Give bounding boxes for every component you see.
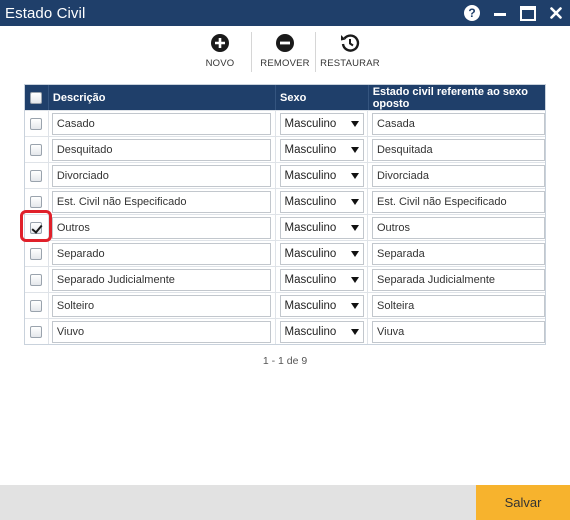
sexo-select[interactable]: Masculino	[279, 216, 364, 239]
restaurar-label: RESTAURAR	[320, 58, 380, 69]
select-all-checkbox[interactable]	[30, 91, 43, 104]
window-controls: ?	[458, 0, 570, 26]
toolbar-divider	[315, 32, 316, 72]
sexo-select[interactable]: Masculino	[279, 112, 364, 135]
estado-civil-oposto-input[interactable]: Casada	[371, 112, 545, 135]
title-bar: Estado Civil ?	[0, 0, 570, 26]
restaurar-button[interactable]: RESTAURAR	[320, 30, 380, 74]
sexo-select[interactable]: Masculino	[279, 294, 364, 317]
table-row: Solteiro Masculino Solteira	[25, 292, 545, 318]
sexo-value: Masculino	[284, 221, 337, 234]
sexo-value: Masculino	[284, 325, 337, 338]
sexo-select[interactable]: Masculino	[279, 190, 364, 213]
descricao-input[interactable]: Desquitado	[51, 138, 271, 161]
row-checkbox[interactable]	[30, 247, 43, 260]
header-descricao[interactable]: Descrição	[49, 85, 277, 110]
minimize-button[interactable]	[486, 0, 514, 26]
estado-civil-oposto-input[interactable]: Separada	[371, 242, 545, 265]
descricao-input[interactable]: Solteiro	[51, 294, 271, 317]
help-button[interactable]: ?	[458, 0, 486, 26]
sexo-select[interactable]: Masculino	[279, 164, 364, 187]
novo-label: NOVO	[205, 58, 235, 69]
table-row: Est. Civil não Especificado Masculino Est.…	[25, 188, 545, 214]
table-row: Separado Judicialmente Masculino Separada …	[25, 266, 545, 292]
toolbar-divider	[251, 32, 252, 72]
descricao-input[interactable]: Casado	[51, 112, 271, 135]
dropdown-arrow-icon	[350, 198, 359, 205]
table-body: Casado Masculino Casada Desquitado Masculino…	[25, 110, 545, 344]
descricao-input[interactable]: Est. Civil não Especificado	[51, 190, 271, 213]
close-button[interactable]	[542, 0, 570, 26]
sexo-select[interactable]: Masculino	[279, 320, 364, 343]
dropdown-arrow-icon	[350, 250, 359, 257]
remover-button[interactable]: REMOVER	[259, 30, 311, 74]
sexo-value: Masculino	[284, 299, 337, 312]
plus-circle-icon	[211, 34, 229, 52]
estado-civil-table: Descrição Sexo Estado civil referente ao…	[24, 84, 546, 345]
dropdown-arrow-icon	[350, 224, 359, 231]
sexo-select[interactable]: Masculino	[279, 138, 364, 161]
header-sexo[interactable]: Sexo	[276, 85, 369, 110]
minimize-icon	[494, 12, 506, 16]
row-checkbox[interactable]	[30, 143, 43, 156]
estado-civil-oposto-input[interactable]: Outros	[371, 216, 545, 239]
row-checkbox[interactable]	[30, 195, 43, 208]
minus-circle-icon	[276, 34, 294, 52]
dropdown-arrow-icon	[350, 172, 359, 179]
window-title: Estado Civil	[5, 4, 86, 22]
row-checkbox[interactable]	[30, 221, 43, 234]
novo-button[interactable]: NOVO	[200, 30, 240, 74]
row-checkbox[interactable]	[30, 325, 43, 338]
estado-civil-oposto-input[interactable]: Est. Civil não Especificado	[371, 190, 545, 213]
table-row: Casado Masculino Casada	[25, 110, 545, 136]
sexo-value: Masculino	[284, 273, 337, 286]
sexo-value: Masculino	[284, 169, 337, 182]
dropdown-arrow-icon	[350, 276, 359, 283]
table-row: Divorciado Masculino Divorciada	[25, 162, 545, 188]
sexo-select[interactable]: Masculino	[279, 242, 364, 265]
dropdown-arrow-icon	[350, 302, 359, 309]
dropdown-arrow-icon	[350, 120, 359, 127]
header-estado-civil-oposto[interactable]: Estado civil referente ao sexo oposto	[369, 85, 545, 110]
descricao-input[interactable]: Separado Judicialmente	[51, 268, 271, 291]
estado-civil-oposto-input[interactable]: Solteira	[371, 294, 545, 317]
sexo-value: Masculino	[284, 117, 337, 130]
pager-info: 1 - 1 de 9	[262, 355, 308, 367]
row-checkbox[interactable]	[30, 299, 43, 312]
table-row: Separado Masculino Separada	[25, 240, 545, 266]
maximize-icon	[520, 5, 536, 21]
sexo-value: Masculino	[284, 143, 337, 156]
descricao-input[interactable]: Divorciado	[51, 164, 271, 187]
estado-civil-oposto-input[interactable]: Viuva	[371, 320, 545, 343]
estado-civil-oposto-input[interactable]: Divorciada	[371, 164, 545, 187]
estado-civil-oposto-input[interactable]: Separada Judicialmente	[371, 268, 545, 291]
dropdown-arrow-icon	[350, 146, 359, 153]
descricao-input[interactable]: Outros	[51, 216, 271, 239]
sexo-value: Masculino	[284, 195, 337, 208]
estado-civil-window: Estado Civil ? NOVO REMOVER RESTAURAR De…	[0, 0, 570, 520]
table-row: Viuvo Masculino Viuva	[25, 318, 545, 344]
descricao-input[interactable]: Separado	[51, 242, 271, 265]
close-icon	[550, 7, 562, 19]
row-checkbox[interactable]	[30, 117, 43, 130]
table-row: Desquitado Masculino Desquitada	[25, 136, 545, 162]
dropdown-arrow-icon	[350, 328, 359, 335]
toolbar: NOVO REMOVER RESTAURAR	[0, 30, 570, 74]
maximize-button[interactable]	[514, 0, 542, 26]
sexo-select[interactable]: Masculino	[279, 268, 364, 291]
restore-icon	[341, 34, 360, 52]
help-icon: ?	[464, 5, 480, 21]
footer-bar: Salvar	[0, 485, 570, 520]
table-header: Descrição Sexo Estado civil referente ao…	[25, 85, 545, 110]
remover-label: REMOVER	[260, 58, 310, 69]
descricao-input[interactable]: Viuvo	[51, 320, 271, 343]
sexo-value: Masculino	[284, 247, 337, 260]
row-checkbox[interactable]	[30, 169, 43, 182]
table-row: Outros Masculino Outros	[25, 214, 545, 240]
save-button[interactable]: Salvar	[476, 485, 570, 520]
estado-civil-oposto-input[interactable]: Desquitada	[371, 138, 545, 161]
row-checkbox[interactable]	[30, 273, 43, 286]
